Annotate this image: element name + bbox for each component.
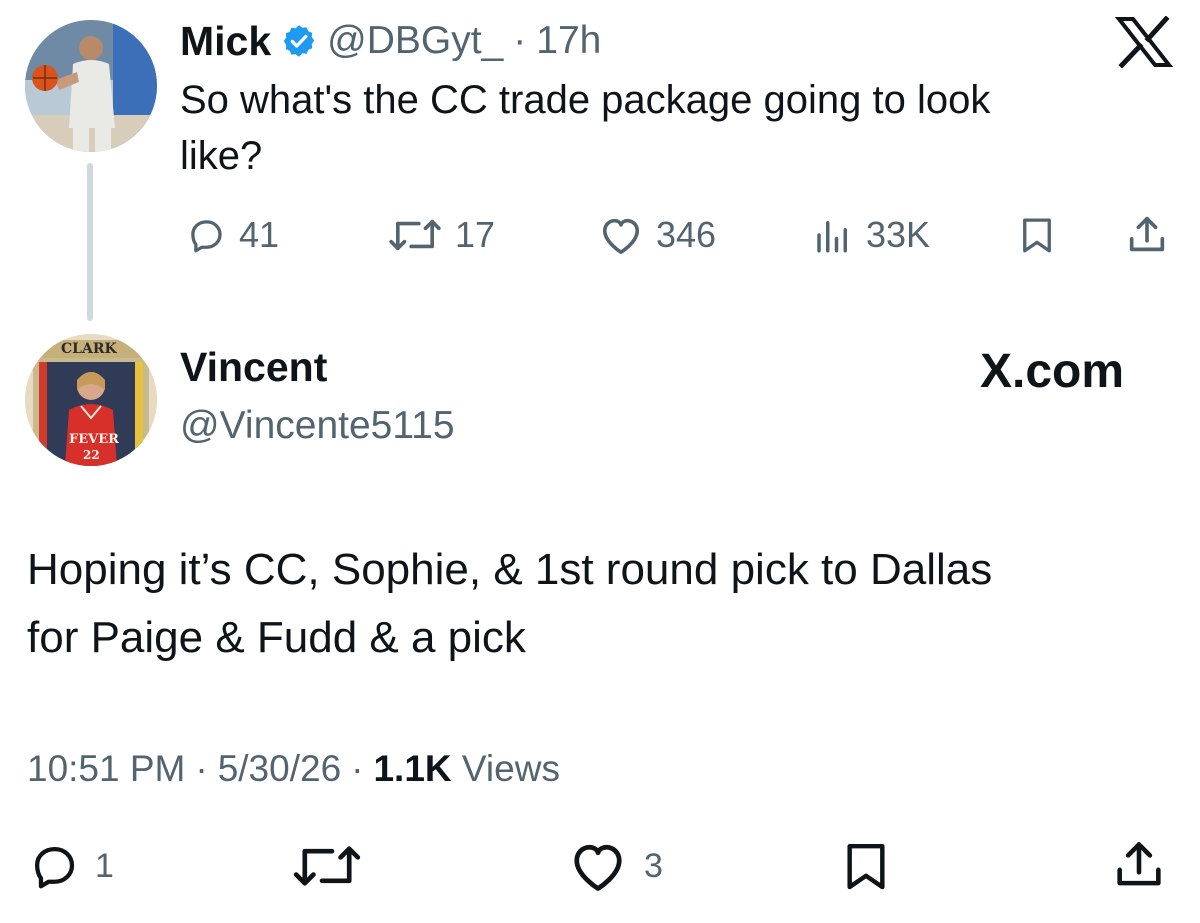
views-count: 1.1K xyxy=(373,748,452,789)
thread-line xyxy=(87,163,93,321)
reply-button[interactable]: 41 xyxy=(185,210,279,260)
author-handle[interactable]: @Vincente5115 xyxy=(180,404,455,448)
xcom-brand-label: X.com xyxy=(980,345,1125,398)
repost-count: 17 xyxy=(455,214,496,255)
author-handle[interactable]: @DBGyt_ xyxy=(327,19,503,63)
like-count: 3 xyxy=(644,846,663,885)
views-count: 33K xyxy=(866,214,931,255)
reply-icon xyxy=(27,839,81,893)
avatar-badge-jersey: FEVER xyxy=(69,432,119,447)
tweet-time[interactable]: 10:51 PM xyxy=(27,748,185,790)
x-logo-icon[interactable] xyxy=(1114,15,1174,69)
tweet-meta: 10:51 PM · 5/30/26 · 1.1K Views xyxy=(27,748,560,790)
like-icon xyxy=(568,838,628,894)
tweet-date[interactable]: 5/30/26 xyxy=(218,748,341,790)
separator-dot: · xyxy=(513,19,527,62)
share-icon[interactable] xyxy=(1110,836,1168,899)
reply-count: 41 xyxy=(239,214,280,255)
avatar-badge-top: CLARK xyxy=(61,341,117,357)
views-icon xyxy=(812,214,854,256)
bookmark-icon[interactable] xyxy=(1016,214,1058,261)
views-button[interactable]: 33K xyxy=(812,210,930,260)
reply-icon xyxy=(185,214,227,256)
share-icon[interactable] xyxy=(1124,212,1170,263)
author-name[interactable]: Mick xyxy=(180,18,271,65)
verified-badge-icon xyxy=(281,23,317,59)
separator-dot: · xyxy=(195,748,208,789)
bookmark-icon[interactable] xyxy=(838,838,894,899)
repost-icon xyxy=(385,214,445,256)
tweet-text: Hoping it’s CC, Sophie, & 1st round pick… xyxy=(27,536,1187,672)
separator-dot: · xyxy=(351,748,364,789)
timestamp[interactable]: 17h xyxy=(536,19,601,63)
like-button[interactable]: 3 xyxy=(568,838,663,894)
tweet-text-line: like? xyxy=(180,134,263,178)
like-icon xyxy=(598,214,644,256)
views-label: Views xyxy=(461,748,560,789)
repost-icon[interactable] xyxy=(290,838,364,899)
avatar-vincent[interactable]: CLARK FEVER 22 xyxy=(25,334,157,466)
tweet-text: So what's the CC trade package going to … xyxy=(180,72,1140,184)
avatar-badge-number: 22 xyxy=(83,448,100,462)
like-count: 346 xyxy=(656,214,717,255)
tweet-text-line: for Paige & Fudd & a pick xyxy=(27,613,526,662)
avatar-mick[interactable] xyxy=(25,20,157,152)
tweet-text-line: Hoping it’s CC, Sophie, & 1st round pick… xyxy=(27,545,993,594)
reply-count: 1 xyxy=(95,846,114,885)
author-name[interactable]: Vincent xyxy=(180,344,327,391)
tweet-text-line: So what's the CC trade package going to … xyxy=(180,78,991,122)
reply-button[interactable]: 1 xyxy=(27,838,114,894)
like-button[interactable]: 346 xyxy=(598,210,716,260)
views-summary[interactable]: 1.1K Views xyxy=(373,748,559,790)
repost-button[interactable]: 17 xyxy=(385,210,495,260)
